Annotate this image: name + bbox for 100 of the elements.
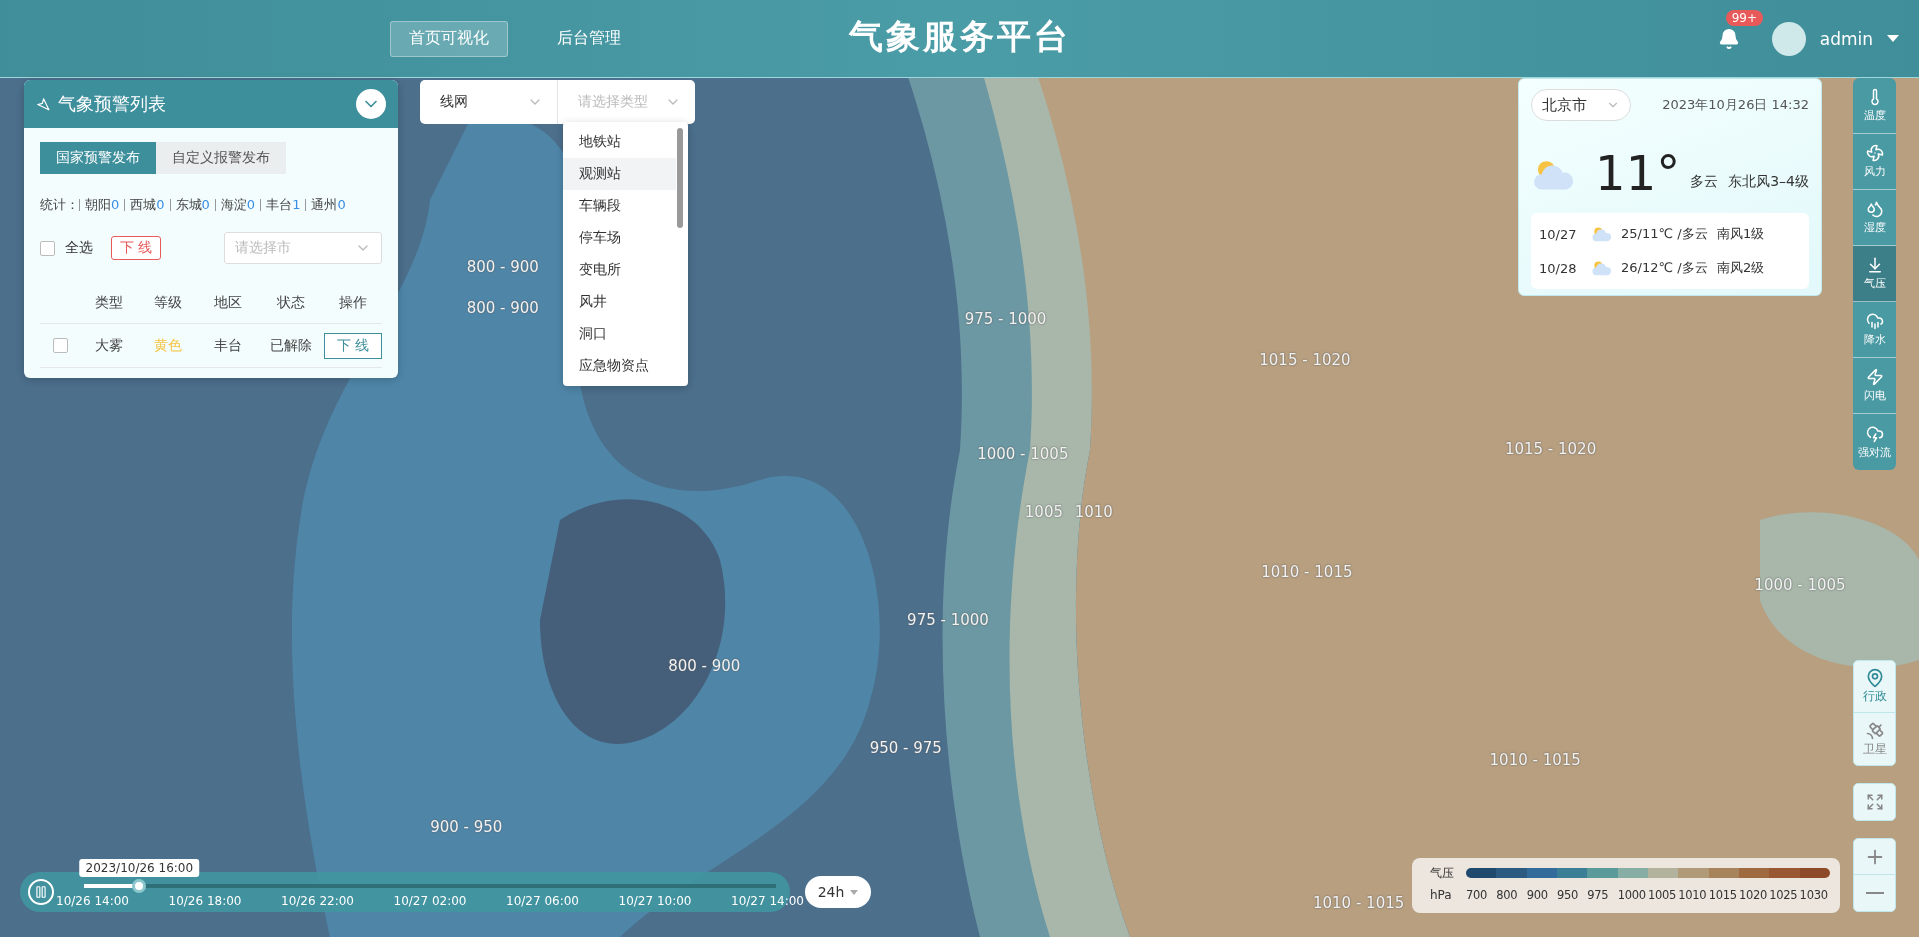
lightning-icon xyxy=(1865,368,1884,386)
dropdown-option[interactable]: 车辆段 xyxy=(563,190,676,222)
storm-cloud-icon xyxy=(1865,424,1884,443)
dropdown-option[interactable]: 观测站 xyxy=(563,158,676,190)
stats-label: 统计： xyxy=(40,196,79,214)
timeline-handle[interactable] xyxy=(132,879,147,893)
scrollbar[interactable] xyxy=(677,128,683,228)
dropdown-option[interactable]: 洞口 xyxy=(563,318,676,350)
base-map-button[interactable]: 行政 xyxy=(1854,661,1895,713)
range-select[interactable]: 24h xyxy=(805,876,871,908)
column-header: 地区 xyxy=(213,293,243,312)
column-header: 等级 xyxy=(153,293,183,312)
layer-button[interactable]: 降水 xyxy=(1853,302,1896,358)
district-count: 丰台1 xyxy=(260,199,306,211)
row-checkbox[interactable] xyxy=(52,338,68,353)
dropdown-option[interactable]: 应急物资点 xyxy=(563,350,676,382)
legend-value: 1010 xyxy=(1678,888,1708,902)
fan-icon xyxy=(1865,144,1884,162)
district-count: 通州0 xyxy=(305,199,351,211)
district-count: 东城0 xyxy=(169,199,215,211)
time-label: 10/27 10:00 xyxy=(618,894,692,908)
dropdown-option[interactable]: 风井 xyxy=(563,286,676,318)
droplets-icon xyxy=(1865,200,1884,218)
time-label: 10/26 22:00 xyxy=(281,894,354,908)
isobar-label: 975 - 1000 xyxy=(907,611,989,630)
warning-tab[interactable]: 自定义报警发布 xyxy=(156,142,286,174)
column-header: 状态 xyxy=(276,293,306,312)
forecast-wind: 南风1级 xyxy=(1717,225,1766,243)
isobar-label: 900 - 950 xyxy=(430,818,503,837)
isobar-label: 1000 - 1005 xyxy=(1754,575,1846,594)
table-cell-text: 大雾 xyxy=(94,336,124,355)
time-tooltip: 2023/10/26 16:00 xyxy=(79,859,200,877)
time-label: 10/27 14:00 xyxy=(731,894,804,908)
offline-button[interactable]: 下 线 xyxy=(111,236,162,260)
panel-title: 气象预警列表 xyxy=(58,92,167,116)
play-pause-button[interactable] xyxy=(28,879,54,905)
legend-title: 气压 xyxy=(1430,864,1455,882)
collapse-button[interactable] xyxy=(356,89,386,119)
temperature: 11° xyxy=(1595,149,1681,197)
isobar-label: 1015 - 1020 xyxy=(1504,439,1597,458)
isobar-label: 800 - 900 xyxy=(668,657,741,676)
caret-icon xyxy=(850,889,859,895)
legend-value: 975 xyxy=(1587,888,1610,902)
legend-value: 1025 xyxy=(1769,888,1799,902)
district-count: 海淀0 xyxy=(214,199,261,211)
notification-badge: 99+ xyxy=(1725,9,1764,26)
dropdown-option[interactable]: 停车场 xyxy=(563,222,676,254)
layer-button[interactable]: 温度 xyxy=(1853,78,1896,134)
forecast-date: 10/28 xyxy=(1539,260,1578,276)
isobar-label: 800 - 900 xyxy=(466,258,539,277)
legend-value: 1000 xyxy=(1617,888,1647,902)
legend-value: 950 xyxy=(1557,888,1580,902)
legend-value: 1030 xyxy=(1799,888,1829,902)
caret-icon[interactable] xyxy=(1887,34,1899,43)
rain-cloud-icon xyxy=(1865,312,1884,330)
isobar-label: 1010 - 1015 xyxy=(1261,562,1353,581)
legend-value: 1020 xyxy=(1738,888,1769,902)
isobar-label: 1010 - 1015 xyxy=(1313,894,1405,913)
warning-tab[interactable]: 国家预警发布 xyxy=(40,142,156,174)
avatar[interactable] xyxy=(1771,21,1806,56)
isobar-label: 1010 - 1015 xyxy=(1489,750,1581,769)
city-select[interactable]: 请选择市 xyxy=(224,232,382,264)
base-map-button[interactable]: 卫星 xyxy=(1854,713,1895,765)
nav-tab[interactable]: 后台管理 xyxy=(538,20,640,57)
bell-icon[interactable] xyxy=(1717,27,1740,50)
forecast-temperature: 25/11℃ /多云 xyxy=(1621,225,1709,243)
table-cell-text: 丰台 xyxy=(213,336,243,355)
time-label: 10/26 18:00 xyxy=(168,894,242,908)
forecast-wind: 南风2级 xyxy=(1717,259,1766,277)
forecast-date: 10/27 xyxy=(1539,226,1578,242)
legend-value: 700 xyxy=(1466,888,1489,902)
district-count: 朝阳0 xyxy=(79,199,125,211)
layer-select[interactable]: 线网 xyxy=(420,80,557,124)
city-select[interactable]: 北京市 xyxy=(1531,89,1631,121)
satellite-icon xyxy=(1864,720,1885,741)
offline-button[interactable]: 下 线 xyxy=(324,332,382,359)
forecast-temperature: 26/12℃ /多云 xyxy=(1621,259,1709,277)
dropdown-option[interactable]: 地铁站 xyxy=(563,126,676,158)
isobar-label: 950 - 975 xyxy=(869,738,942,757)
dropdown-option[interactable]: 变电所 xyxy=(563,254,676,286)
isobar-label: 1015 - 1020 xyxy=(1259,350,1351,369)
weather-condition: 多云 xyxy=(1690,173,1719,191)
nav-tab[interactable]: 首页可视化 xyxy=(390,20,508,57)
isobar-label: 1010 xyxy=(1074,502,1113,521)
isobar-label: 1000 - 1005 xyxy=(977,444,1069,463)
layer-button[interactable]: 风力 xyxy=(1853,134,1896,190)
layer-button[interactable]: 闪电 xyxy=(1853,358,1896,414)
date-time: 2023年10月26日 14:32 xyxy=(1662,96,1809,114)
partly-cloudy-icon xyxy=(1591,259,1613,277)
layer-button[interactable]: 气压 xyxy=(1853,246,1896,302)
legend-value: 1005 xyxy=(1647,888,1678,902)
user-name[interactable]: admin xyxy=(1819,28,1873,49)
legend-value: 900 xyxy=(1526,888,1549,902)
time-label: 10/27 02:00 xyxy=(393,894,467,908)
layer-button[interactable]: 强对流 xyxy=(1853,414,1896,470)
isobar-label: 1005 xyxy=(1024,502,1063,521)
column-header: 类型 xyxy=(94,293,124,312)
select-all-checkbox[interactable] xyxy=(40,240,55,256)
legend-value: 1015 xyxy=(1708,888,1738,902)
table-cell-text: 已解除 xyxy=(269,336,313,355)
